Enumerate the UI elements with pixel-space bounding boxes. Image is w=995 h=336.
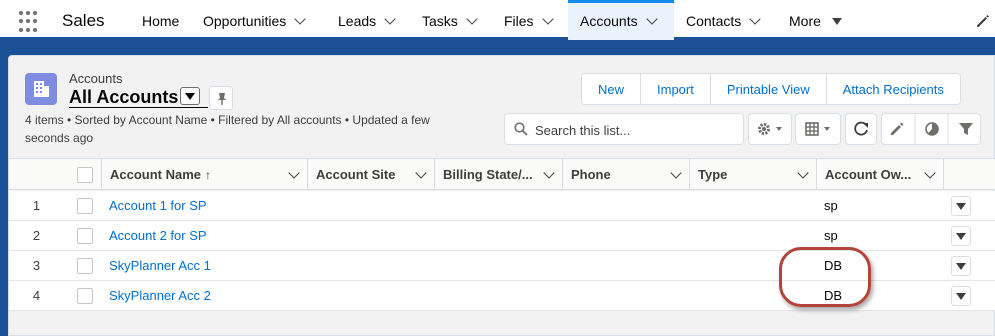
nav-item-label: Leads [338,13,377,29]
chart-icon[interactable] [925,122,939,136]
select-all-checkbox[interactable] [77,167,93,183]
account-name-link[interactable]: SkyPlanner Acc 1 [109,251,211,281]
list-tools-group [881,113,981,145]
column-header-phone[interactable]: Phone [562,159,689,190]
account-name-link[interactable]: Account 1 for SP [109,191,207,221]
chevron-down-icon[interactable] [541,13,554,25]
nav-item-label: Tasks [422,13,458,29]
list-settings-button[interactable] [748,113,792,145]
chevron-down-icon[interactable] [670,167,682,179]
list-view-info: 4 items • Sorted by Account Name • Filte… [25,113,430,145]
pin-button[interactable] [209,86,233,110]
table-header: Account Name ↑ Account Site Billing State… [9,158,995,190]
row-checkbox[interactable] [77,288,93,304]
chevron-down-icon[interactable] [645,13,658,25]
gear-icon [758,123,782,135]
column-header-account-name[interactable]: Account Name ↑ [101,159,307,190]
row-number: 3 [32,258,41,273]
nav-item-label: Accounts [580,13,638,29]
row-number: 1 [32,198,41,213]
attach-recipients-button[interactable]: Attach Recipients [825,74,960,104]
filter-icon[interactable] [959,123,973,135]
sort-ascending-icon: ↑ [205,168,212,182]
chevron-down-icon[interactable] [797,167,809,179]
chevron-down-icon[interactable] [924,167,936,179]
printable-view-button[interactable]: Printable View [709,74,826,104]
row-actions-menu-icon[interactable] [951,196,971,216]
list-view-switcher-icon[interactable] [180,87,200,105]
caret-down-icon [831,18,842,25]
breadcrumb: Accounts [69,71,123,86]
nav-item-label: More [789,13,821,29]
chevron-down-icon[interactable] [466,13,478,25]
account-name-link[interactable]: SkyPlanner Acc 2 [109,281,211,311]
nav-item-more[interactable]: More [789,0,842,40]
row-checkbox[interactable] [77,198,93,214]
nav-item-label: Contacts [686,13,742,29]
table-icon [805,122,830,136]
account-owner: sp [824,198,838,213]
row-number: 2 [32,228,41,243]
list-tools-icons [891,114,973,144]
import-button[interactable]: Import [640,74,710,104]
chevron-down-icon[interactable] [749,13,761,25]
display-as-button[interactable] [795,113,841,145]
column-header-actions [943,159,995,190]
search-icon [514,122,528,136]
pencil-icon[interactable] [975,13,991,29]
column-header-account-site[interactable]: Account Site [307,159,434,190]
list-actions: New Import Printable View Attach Recipie… [581,73,961,105]
column-header-billing-state[interactable]: Billing State/... [434,159,562,190]
nav-item-home[interactable]: Home [142,0,179,40]
nav-item-files[interactable]: Files [504,0,554,40]
nav-item-contacts[interactable]: Contacts [686,0,761,40]
list-search [504,113,744,145]
pin-icon [218,93,226,105]
nav-item-label: Files [504,13,534,29]
global-nav: Sales Home Opportunities Leads Tasks Fil… [0,0,995,40]
row-actions-menu-icon[interactable] [951,256,971,276]
nav-item-opportunities[interactable]: Opportunities [203,0,306,40]
row-checkbox[interactable] [77,258,93,274]
nav-item-label: Opportunities [203,13,287,29]
column-header-account-owner[interactable]: Account Ow... [816,159,943,190]
row-checkbox[interactable] [77,228,93,244]
refresh-button[interactable] [845,113,877,145]
nav-item-leads[interactable]: Leads [338,0,396,40]
chevron-down-icon[interactable] [384,13,396,25]
search-input[interactable] [535,120,735,140]
nav-item-accounts[interactable]: Accounts [568,0,674,40]
annotation-highlight [779,247,871,307]
row-actions-menu-icon[interactable] [951,226,971,246]
account-name-link[interactable]: Account 2 for SP [109,221,207,251]
pencil-icon[interactable] [891,122,904,136]
column-header-type[interactable]: Type [689,159,816,190]
row-number: 4 [32,288,41,303]
accounts-icon [25,73,57,105]
new-button[interactable]: New [582,74,641,104]
refresh-icon [854,121,868,136]
nav-item-label: Home [142,13,180,29]
nav-item-tasks[interactable]: Tasks [422,0,478,40]
chevron-down-icon[interactable] [415,167,427,179]
chevron-down-icon[interactable] [543,167,555,179]
chevron-down-icon[interactable] [288,167,300,179]
chevron-down-icon[interactable] [294,13,306,25]
app-launcher-icon[interactable] [19,11,41,33]
app-name: Sales [62,11,105,30]
row-actions-menu-icon[interactable] [951,286,971,306]
table-row: 1 Account 1 for SP sp [9,191,995,221]
